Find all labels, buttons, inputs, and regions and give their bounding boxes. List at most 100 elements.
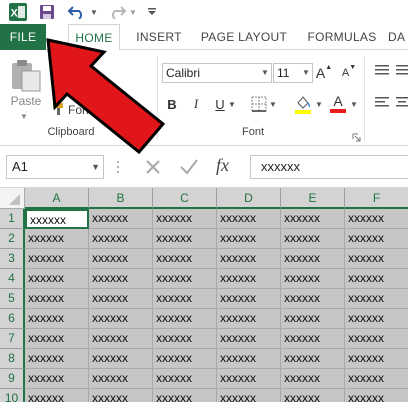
bold-button[interactable]: B xyxy=(166,94,178,114)
cell-d8[interactable]: xxxxxx xyxy=(217,349,281,369)
cell-a2[interactable]: xxxxxx xyxy=(25,229,89,249)
align-center-icon[interactable] xyxy=(396,96,408,110)
redo-dropdown-icon[interactable]: ▼ xyxy=(128,2,138,22)
cell-f9[interactable]: xxxxxx xyxy=(345,369,408,389)
copy-icon[interactable] xyxy=(52,80,66,94)
cell-a1[interactable]: xxxxxx xyxy=(25,209,89,229)
customize-toolbar-icon[interactable] xyxy=(146,2,158,22)
cell-e6[interactable]: xxxxxx xyxy=(281,309,345,329)
cell-f5[interactable]: xxxxxx xyxy=(345,289,408,309)
cell-c9[interactable]: xxxxxx xyxy=(153,369,217,389)
column-header-f[interactable]: F xyxy=(345,188,408,209)
cell-b6[interactable]: xxxxxx xyxy=(89,309,153,329)
cell-d9[interactable]: xxxxxx xyxy=(217,369,281,389)
copy-button-label[interactable]: Co xyxy=(68,81,83,95)
formula-input[interactable]: xxxxxx xyxy=(250,155,408,179)
font-size-select[interactable]: 11 ▼ xyxy=(273,63,313,83)
cell-f4[interactable]: xxxxxx xyxy=(345,269,408,289)
row-header-8[interactable]: 8 xyxy=(0,349,25,369)
cell-b5[interactable]: xxxxxx xyxy=(89,289,153,309)
cell-c3[interactable]: xxxxxx xyxy=(153,249,217,269)
cell-d1[interactable]: xxxxxx xyxy=(217,209,281,229)
grow-font-button[interactable]: A ▲ xyxy=(316,63,332,83)
cell-b10[interactable]: xxxxxx xyxy=(89,389,153,402)
paste-button-label[interactable]: Paste xyxy=(8,94,44,108)
font-color-dropdown-icon[interactable]: ▼ xyxy=(350,100,358,109)
fill-color-icon[interactable] xyxy=(294,94,312,114)
cell-f3[interactable]: xxxxxx xyxy=(345,249,408,269)
formula-bar-grip-icon[interactable] xyxy=(116,158,120,176)
row-header-6[interactable]: 6 xyxy=(0,309,25,329)
tab-formulas[interactable]: FORMULAS xyxy=(300,24,384,50)
cell-d6[interactable]: xxxxxx xyxy=(217,309,281,329)
cell-f2[interactable]: xxxxxx xyxy=(345,229,408,249)
cell-b2[interactable]: xxxxxx xyxy=(89,229,153,249)
cell-f1[interactable]: xxxxxx xyxy=(345,209,408,229)
column-header-c[interactable]: C xyxy=(153,188,217,209)
column-header-e[interactable]: E xyxy=(281,188,345,209)
borders-icon[interactable] xyxy=(251,96,267,112)
align-left-icon[interactable] xyxy=(374,96,390,110)
format-painter-label[interactable]: Format xyxy=(68,103,106,117)
cell-a6[interactable]: xxxxxx xyxy=(25,309,89,329)
underline-button[interactable]: U xyxy=(214,94,226,114)
row-header-9[interactable]: 9 xyxy=(0,369,25,389)
dialog-launcher-icon[interactable] xyxy=(352,129,361,142)
cell-a3[interactable]: xxxxxx xyxy=(25,249,89,269)
cell-e2[interactable]: xxxxxx xyxy=(281,229,345,249)
name-box[interactable]: A1 ▼ xyxy=(6,155,104,179)
undo-icon[interactable] xyxy=(66,2,88,22)
cell-e5[interactable]: xxxxxx xyxy=(281,289,345,309)
cell-d2[interactable]: xxxxxx xyxy=(217,229,281,249)
cell-c6[interactable]: xxxxxx xyxy=(153,309,217,329)
shrink-font-button[interactable]: A ▼ xyxy=(341,63,357,83)
cell-d5[interactable]: xxxxxx xyxy=(217,289,281,309)
row-header-3[interactable]: 3 xyxy=(0,249,25,269)
tab-page-layout[interactable]: PAGE LAYOUT xyxy=(196,24,292,50)
undo-dropdown-icon[interactable]: ▼ xyxy=(89,2,99,22)
cell-a7[interactable]: xxxxxx xyxy=(25,329,89,349)
insert-function-button[interactable]: fx xyxy=(216,155,229,176)
cell-c5[interactable]: xxxxxx xyxy=(153,289,217,309)
cancel-icon[interactable] xyxy=(143,157,163,177)
cell-e7[interactable]: xxxxxx xyxy=(281,329,345,349)
save-icon[interactable] xyxy=(37,2,57,22)
cell-b1[interactable]: xxxxxx xyxy=(89,209,153,229)
cell-a10[interactable]: xxxxxx xyxy=(25,389,89,402)
cell-f8[interactable]: xxxxxx xyxy=(345,349,408,369)
cell-c7[interactable]: xxxxxx xyxy=(153,329,217,349)
select-all-corner[interactable] xyxy=(0,188,25,209)
cell-c10[interactable]: xxxxxx xyxy=(153,389,217,402)
format-painter-icon[interactable] xyxy=(52,102,66,116)
row-header-2[interactable]: 2 xyxy=(0,229,25,249)
cell-e1[interactable]: xxxxxx xyxy=(281,209,345,229)
cell-e4[interactable]: xxxxxx xyxy=(281,269,345,289)
paste-dropdown-icon[interactable]: ▼ xyxy=(20,112,28,121)
cell-f6[interactable]: xxxxxx xyxy=(345,309,408,329)
cell-b8[interactable]: xxxxxx xyxy=(89,349,153,369)
cell-d7[interactable]: xxxxxx xyxy=(217,329,281,349)
borders-dropdown-icon[interactable]: ▼ xyxy=(269,100,277,109)
row-header-4[interactable]: 4 xyxy=(0,269,25,289)
cell-d10[interactable]: xxxxxx xyxy=(217,389,281,402)
cell-e9[interactable]: xxxxxx xyxy=(281,369,345,389)
row-header-1[interactable]: 1 xyxy=(0,209,25,229)
cell-a9[interactable]: xxxxxx xyxy=(25,369,89,389)
tab-insert[interactable]: INSERT xyxy=(130,24,188,50)
cell-f10[interactable]: xxxxxx xyxy=(345,389,408,402)
cell-b3[interactable]: xxxxxx xyxy=(89,249,153,269)
row-header-10[interactable]: 10 xyxy=(0,389,25,402)
cell-c4[interactable]: xxxxxx xyxy=(153,269,217,289)
cell-c2[interactable]: xxxxxx xyxy=(153,229,217,249)
column-header-d[interactable]: D xyxy=(217,188,281,209)
cell-a5[interactable]: xxxxxx xyxy=(25,289,89,309)
font-color-button[interactable]: A xyxy=(330,93,346,114)
align-top-icon[interactable] xyxy=(374,64,390,78)
tab-home[interactable]: HOME xyxy=(68,24,120,51)
enter-check-icon[interactable] xyxy=(178,157,200,177)
redo-icon[interactable] xyxy=(106,2,128,22)
cell-a8[interactable]: xxxxxx xyxy=(25,349,89,369)
column-header-a[interactable]: A xyxy=(25,188,89,209)
cell-b7[interactable]: xxxxxx xyxy=(89,329,153,349)
column-header-b[interactable]: B xyxy=(89,188,153,209)
